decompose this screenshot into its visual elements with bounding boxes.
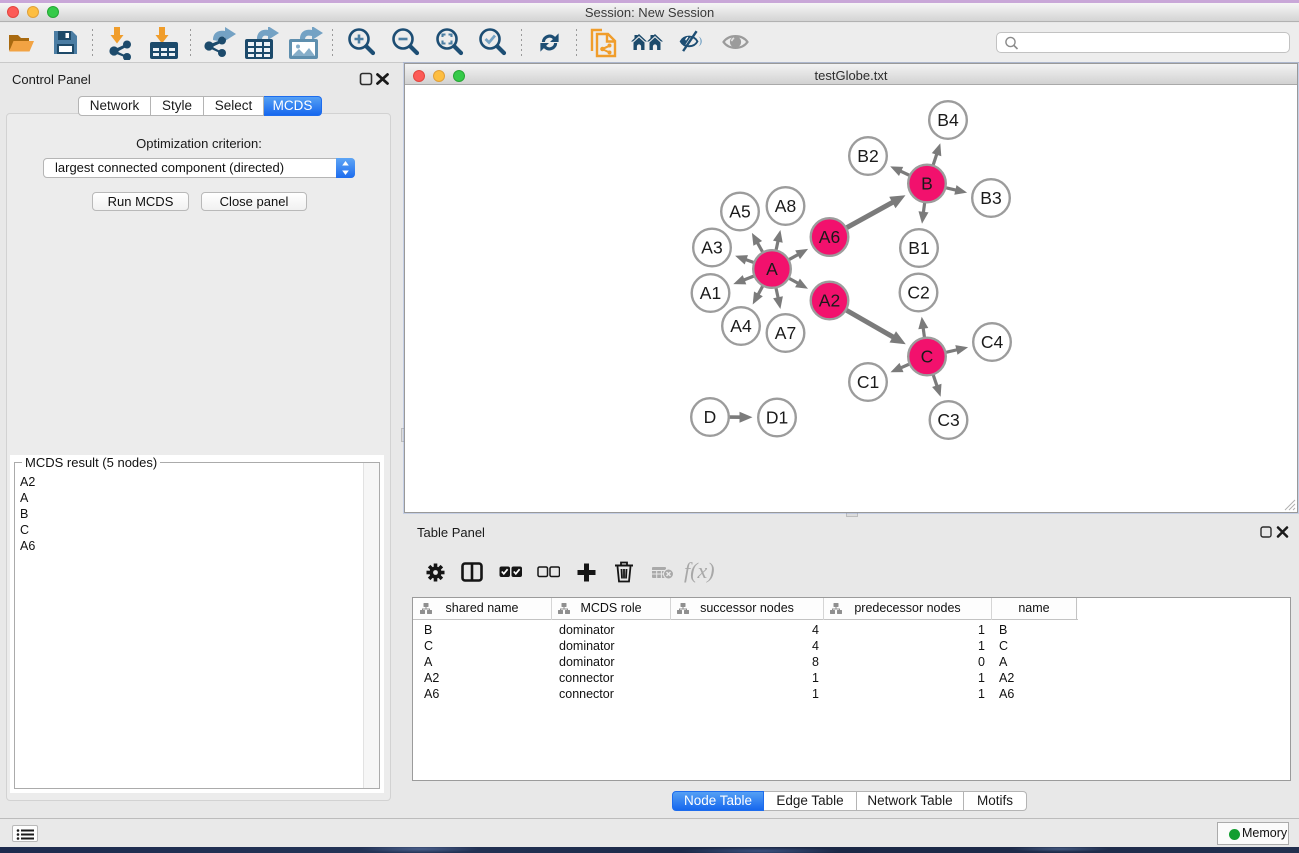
svg-text:A5: A5: [729, 202, 750, 222]
svg-text:C: C: [921, 347, 934, 367]
svg-text:D1: D1: [766, 408, 788, 428]
svg-text:B3: B3: [980, 188, 1001, 208]
svg-text:A1: A1: [700, 283, 721, 303]
svg-text:A8: A8: [775, 196, 796, 216]
svg-text:A4: A4: [730, 316, 752, 336]
svg-text:C2: C2: [907, 283, 929, 303]
svg-text:A6: A6: [819, 227, 840, 247]
svg-text:D: D: [704, 407, 717, 427]
svg-text:B1: B1: [908, 238, 929, 258]
svg-text:C4: C4: [981, 332, 1004, 352]
svg-text:A: A: [766, 259, 778, 279]
svg-text:A2: A2: [819, 291, 840, 311]
svg-text:C3: C3: [937, 410, 959, 430]
svg-text:A3: A3: [701, 238, 722, 258]
svg-text:A7: A7: [775, 323, 796, 343]
svg-text:C1: C1: [857, 372, 879, 392]
svg-text:B: B: [921, 174, 933, 194]
svg-text:B2: B2: [857, 146, 878, 166]
svg-text:B4: B4: [937, 110, 959, 130]
